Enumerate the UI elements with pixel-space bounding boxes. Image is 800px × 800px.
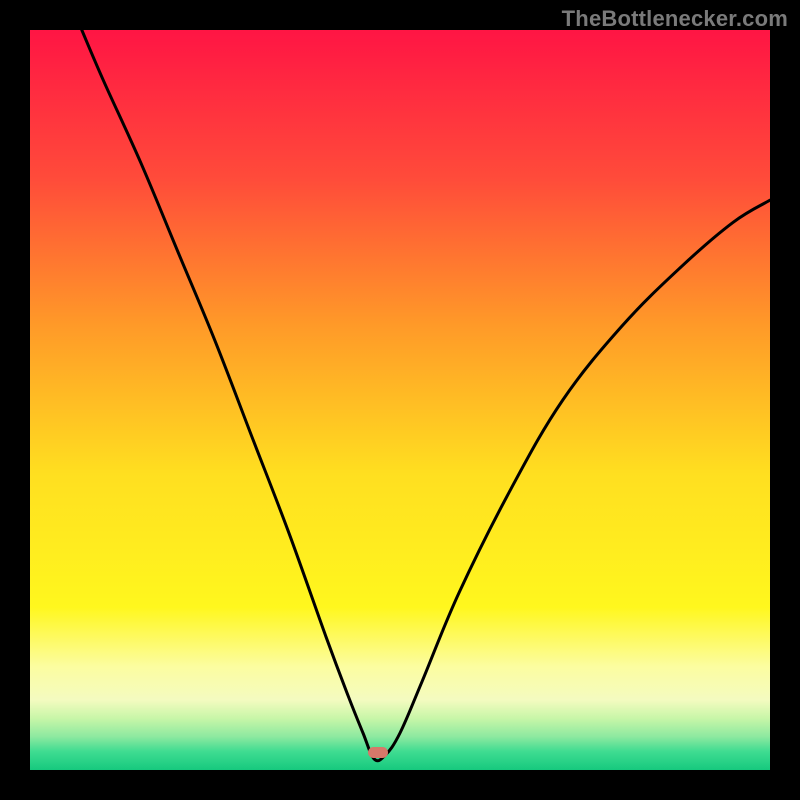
- optimal-marker: [368, 747, 388, 758]
- plot-area: [30, 30, 770, 770]
- watermark-text: TheBottlenecker.com: [562, 6, 788, 32]
- chart-frame: TheBottlenecker.com: [0, 0, 800, 800]
- background-gradient: [30, 30, 770, 770]
